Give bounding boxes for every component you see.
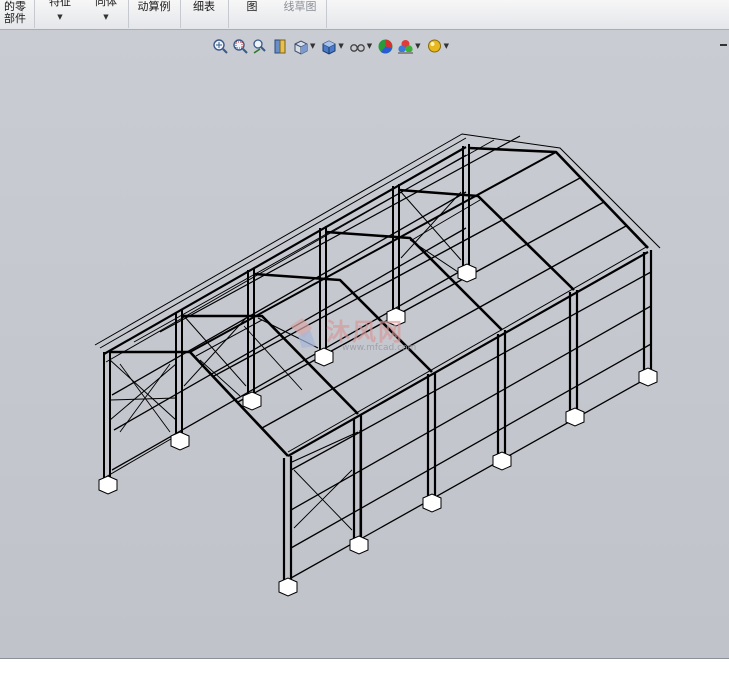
watermark-url: www.mfcad.com xyxy=(342,343,417,353)
watermark: 沐风网 www.mfcad.com xyxy=(282,312,447,362)
status-bar xyxy=(0,658,729,674)
watermark-text: 沐风网 xyxy=(326,318,404,346)
